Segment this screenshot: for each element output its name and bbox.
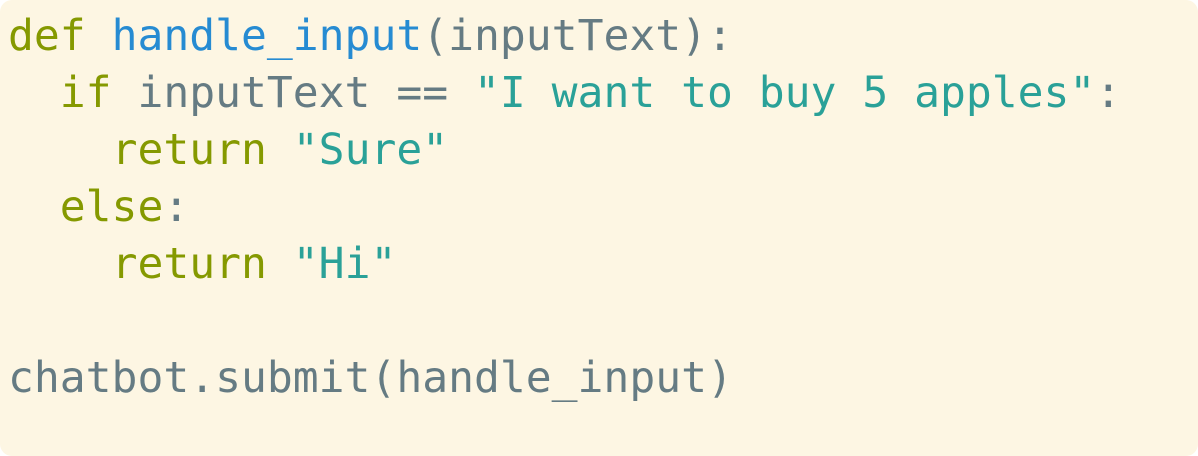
code-text[interactable]: def handle_input(inputText): if inputTex… (8, 8, 1198, 407)
string-token: "Hi" (292, 239, 397, 289)
code-token: : (1095, 68, 1122, 118)
code-line: if inputText == "I want to buy 5 apples"… (8, 65, 1198, 122)
keyword-token: else (59, 182, 164, 232)
code-token: : (163, 182, 190, 232)
function-name-token: handle_input (111, 11, 423, 61)
code-token: inputText == (111, 68, 474, 118)
code-token: (inputText): (422, 11, 733, 61)
code-token: chatbot.submit(handle_input) (8, 353, 733, 403)
code-line: def handle_input(inputText): (8, 8, 1198, 65)
code-line: ​ (8, 293, 1198, 350)
code-line: return "Hi" (8, 236, 1198, 293)
code-line: return "Sure" (8, 122, 1198, 179)
keyword-token: return (111, 239, 267, 289)
keyword-token: def (8, 11, 86, 61)
code-line: chatbot.submit(handle_input) (8, 350, 1198, 407)
string-token: "I want to buy 5 apples" (474, 68, 1096, 118)
string-token: "Sure" (292, 125, 449, 175)
code-block: def handle_input(inputText): if inputTex… (0, 0, 1198, 456)
keyword-token: return (111, 125, 267, 175)
keyword-token: if (59, 68, 112, 118)
code-line: else: (8, 179, 1198, 236)
